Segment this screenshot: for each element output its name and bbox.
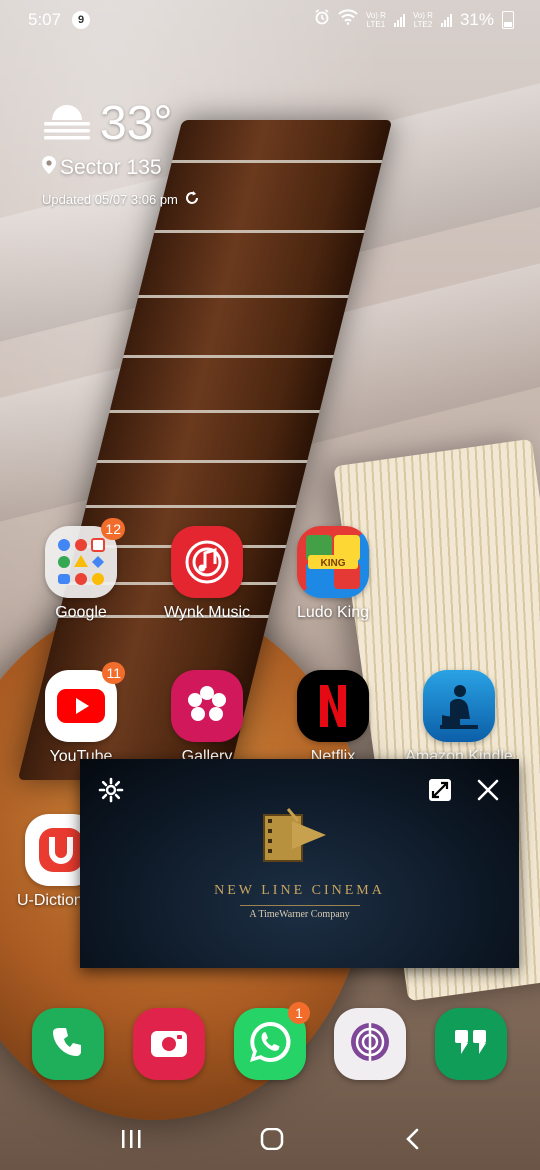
sim1-label: Vo) R LTE1: [365, 10, 386, 29]
alarm-icon: [314, 9, 330, 30]
hangouts-quote-icon: [451, 1024, 491, 1065]
youtube-icon: 11: [45, 662, 125, 742]
sim2-signal-icon: [440, 13, 452, 27]
app-label: Google: [55, 604, 107, 621]
new-line-cinema-logo-icon: [262, 805, 332, 865]
dock-phone[interactable]: [32, 1008, 104, 1080]
camera-icon: [149, 1025, 189, 1064]
notification-count-badge: 9: [72, 11, 90, 29]
app-wynk-music[interactable]: Wynk Music: [152, 526, 262, 622]
video-popup-window[interactable]: NEW LINE CINEMA A TimeWarner Company: [80, 759, 519, 968]
dock-camera[interactable]: [133, 1008, 205, 1080]
battery-percent: 31%: [459, 9, 494, 29]
app-netflix[interactable]: Netflix: [278, 670, 388, 766]
divider: [240, 905, 360, 906]
app-badge: 11: [102, 662, 125, 684]
app-gallery[interactable]: Gallery: [152, 670, 262, 766]
sim2-label: Vo) R LTE2: [412, 10, 433, 29]
expand-icon[interactable]: [425, 775, 455, 805]
battery-icon: [502, 10, 514, 29]
ludo-king-icon: KING: [297, 526, 369, 598]
app-label: Ludo King: [296, 604, 370, 621]
dock-hangouts[interactable]: [435, 1008, 507, 1080]
kindle-reader-icon: [423, 670, 495, 742]
weather-location: Sector 135: [60, 156, 162, 179]
phone-icon: [53, 1025, 83, 1064]
settings-gear-icon[interactable]: [96, 775, 126, 805]
weather-updated: Updated 05/07 3:06 pm: [42, 192, 178, 207]
status-time: 5:07: [28, 10, 62, 29]
status-bar: 5:07 9 Vo) R LTE1 Vo) R LTE2 31%: [0, 0, 540, 40]
app-youtube[interactable]: 11 YouTube: [26, 662, 136, 766]
close-icon[interactable]: [473, 775, 503, 805]
whatsapp-icon: [246, 1018, 294, 1071]
dock-whatsapp[interactable]: 1: [234, 1002, 310, 1080]
sim1-signal-icon: [393, 13, 405, 27]
app-badge: 1: [288, 1002, 310, 1024]
dock-tor-browser[interactable]: [334, 1008, 406, 1080]
wifi-icon: [338, 9, 358, 30]
location-pin-icon: [42, 156, 56, 180]
temperature: 33°: [100, 97, 173, 150]
home-button[interactable]: [252, 1122, 292, 1156]
app-label: Wynk Music: [163, 604, 251, 621]
netflix-icon: [297, 670, 369, 742]
tor-onion-icon: [348, 1020, 392, 1069]
google-folder-icon: 12: [45, 518, 125, 598]
status-icons: Vo) R LTE1 Vo) R LTE2 31%: [314, 9, 514, 30]
app-ludo-king[interactable]: KING Ludo King: [278, 526, 388, 622]
app-google-folder[interactable]: 12 Google: [26, 518, 136, 622]
app-amazon-kindle[interactable]: Amazon Kindle: [404, 670, 514, 766]
back-button[interactable]: [393, 1122, 433, 1156]
svg-text:KING: KING: [321, 558, 346, 569]
recent-apps-button[interactable]: [111, 1122, 151, 1156]
refresh-icon[interactable]: [184, 190, 200, 209]
video-subtitle: A TimeWarner Company: [249, 909, 350, 920]
video-title: NEW LINE CINEMA: [214, 883, 385, 898]
cloudy-weather-icon: [42, 102, 92, 147]
weather-widget[interactable]: 33° Sector 135 Updated 05/07 3:06 pm: [42, 96, 200, 209]
app-badge: 12: [101, 518, 125, 540]
navigation-bar: [0, 1108, 540, 1170]
wynk-music-icon: [171, 526, 243, 598]
gallery-flower-icon: [171, 670, 243, 742]
